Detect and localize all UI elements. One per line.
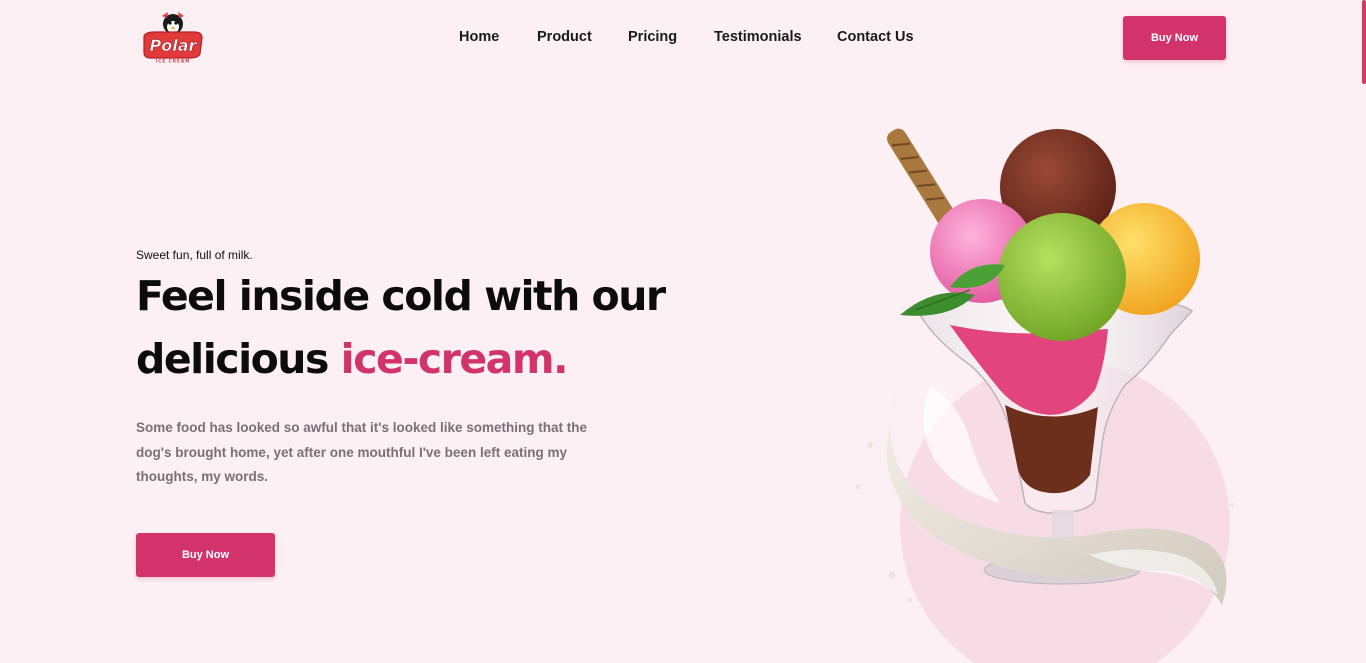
nav-item-pricing[interactable]: Pricing [628,29,677,45]
hero-ice-cream-image [840,115,1240,663]
nav-item-contact-us[interactable]: Contact Us [837,29,914,45]
header-buy-now-button[interactable]: Buy Now [1123,16,1226,60]
nav-item-home[interactable]: Home [459,29,499,45]
scrollbar-thumb[interactable] [1362,0,1366,84]
nav-item-product[interactable]: Product [537,29,592,45]
nav-item-testimonials[interactable]: Testimonials [714,29,802,45]
hero-headline: Feel inside cold with our delicious ice-… [136,265,736,391]
brand-logo-name: Polar [150,36,198,55]
ice-cream-sundae-icon [855,128,1234,663]
hero-headline-accent: ice-cream. [340,335,569,383]
penguin-logo-icon: Polar ICE CREAM [143,12,203,64]
brand-logo[interactable]: Polar ICE CREAM [140,8,206,64]
brand-logo-tagline: ICE CREAM [156,59,191,64]
hero-buy-now-button[interactable]: Buy Now [136,533,275,577]
landing-page: Polar ICE CREAM Home Product Pricing Tes… [0,0,1366,663]
hero-eyebrow: Sweet fun, full of milk. [136,248,253,262]
hero-description: Some food has looked so awful that it's … [136,420,588,484]
